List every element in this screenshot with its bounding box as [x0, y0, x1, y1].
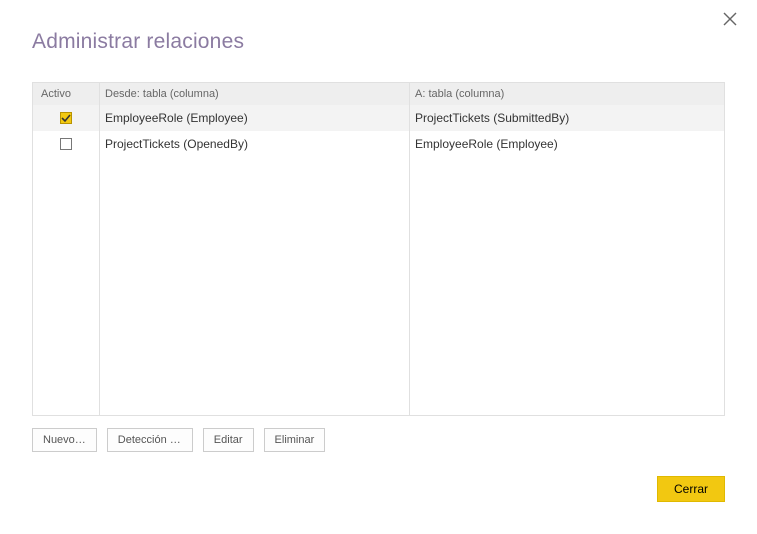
column-divider	[99, 83, 100, 415]
manage-relationships-dialog: Administrar relaciones Activo Desde: tab…	[0, 0, 757, 534]
footer-buttons: Cerrar	[657, 476, 725, 502]
cell-from: EmployeeRole (Employee)	[99, 111, 409, 125]
header-active: Activo	[33, 88, 99, 100]
cell-to: EmployeeRole (Employee)	[409, 137, 724, 151]
edit-button[interactable]: Editar	[203, 428, 254, 452]
header-to: A: tabla (columna)	[409, 88, 724, 100]
action-buttons: Nuevo… Detección automática… Editar Elim…	[32, 428, 325, 452]
table-body: EmployeeRole (Employee) ProjectTickets (…	[33, 105, 724, 157]
close-button[interactable]: Cerrar	[657, 476, 725, 502]
column-divider	[409, 83, 410, 415]
cell-from: ProjectTickets (OpenedBy)	[99, 137, 409, 151]
table-row[interactable]: EmployeeRole (Employee) ProjectTickets (…	[33, 105, 724, 131]
active-checkbox[interactable]	[60, 138, 72, 150]
delete-button[interactable]: Eliminar	[264, 428, 326, 452]
header-from: Desde: tabla (columna)	[99, 88, 409, 100]
relationships-table: Activo Desde: tabla (columna) A: tabla (…	[32, 82, 725, 416]
close-icon[interactable]	[723, 12, 739, 28]
table-header: Activo Desde: tabla (columna) A: tabla (…	[33, 83, 724, 105]
new-button[interactable]: Nuevo…	[32, 428, 97, 452]
dialog-title: Administrar relaciones	[32, 30, 244, 54]
autodetect-button[interactable]: Detección automática…	[107, 428, 193, 452]
table-row[interactable]: ProjectTickets (OpenedBy) EmployeeRole (…	[33, 131, 724, 157]
active-checkbox[interactable]	[60, 112, 72, 124]
cell-to: ProjectTickets (SubmittedBy)	[409, 111, 724, 125]
